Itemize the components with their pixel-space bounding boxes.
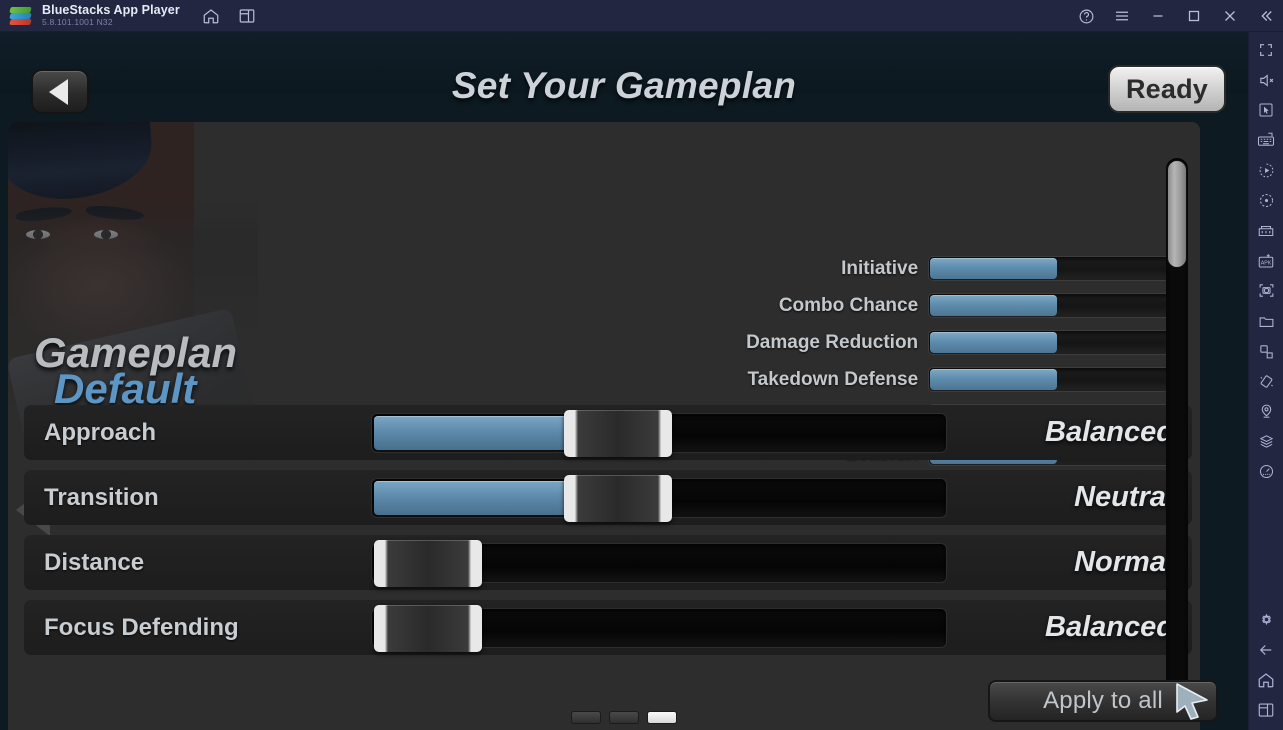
game-header [0,32,1248,94]
titlebar-left-icons [202,7,256,25]
menu-icon[interactable] [1113,7,1131,25]
stat-row: Combo Chance [708,287,1178,324]
layers-icon[interactable] [1253,431,1279,451]
gameplan-slider-row: Transition Neutral [24,470,1192,525]
page-indicator-pip[interactable] [571,711,601,724]
slider-row-label: Focus Defending [44,613,239,641]
bluestacks-titlebar: BlueStacks App Player 5.8.101.1001 N32 [0,0,1283,32]
stat-bar-track [928,367,1178,392]
gameplan-panel: Gameplan Default Preferred style Initiat… [8,122,1200,730]
slider-handle[interactable] [374,539,482,587]
stat-bar-track [928,293,1178,318]
stat-bar-fill [930,258,1058,279]
back-icon[interactable] [1253,640,1279,660]
slider-handle[interactable] [564,474,673,522]
titlebar-right-icons [1077,0,1275,32]
svg-text:APK: APK [1261,260,1272,266]
screen-rotate-icon[interactable] [1253,341,1279,361]
slider-value-label: Normal [1074,546,1174,578]
game-viewport: Set Your Gameplan Ready Gameplan Default… [0,32,1248,730]
stat-bar-fill [930,332,1058,353]
slider-value-label: Neutral [1074,481,1174,513]
app-title-block: BlueStacks App Player 5.8.101.1001 N32 [42,2,180,28]
home-icon[interactable] [1253,670,1279,690]
location-icon[interactable] [1253,401,1279,421]
slider-row-label: Transition [44,483,159,511]
gameplan-slider-rows: Approach Balanced Transition Neutral Distanc… [24,405,1192,665]
minimize-icon[interactable] [1149,7,1167,25]
slider-fill [374,480,577,515]
stat-row: Initiative [708,250,1178,287]
screen: BlueStacks App Player 5.8.101.1001 N32 S… [0,0,1283,730]
app-name: BlueStacks App Player [42,2,180,17]
stat-row: Takedown Defense [708,361,1178,398]
stat-bar-track [928,256,1178,281]
home-icon[interactable] [202,7,220,25]
page-indicator-pip[interactable] [609,711,639,724]
install-apk-icon[interactable]: APK [1253,251,1279,271]
slider-handle[interactable] [374,604,482,652]
stat-label: Initiative [841,257,919,279]
gameplan-slider-row: Approach Balanced [24,405,1192,460]
maximize-icon[interactable] [1185,7,1203,25]
gameplan-slider-row: Focus Defending Balanced [24,600,1192,655]
page-indicator-pip[interactable] [647,711,677,724]
bluestacks-sidebar: APK [1248,32,1283,730]
media-folder-icon[interactable] [1253,311,1279,331]
script-icon[interactable] [1253,191,1279,211]
stat-bar-track [928,330,1178,355]
app-version: 5.8.101.1001 N32 [42,17,113,28]
apply-to-all-label: Apply to all [1043,687,1163,714]
gameplan-slider-row: Distance Normal [24,535,1192,590]
stat-bar-fill [930,369,1058,390]
multi-instance-manager-icon[interactable] [1253,221,1279,241]
slider-handle[interactable] [564,409,673,457]
screenshot-icon[interactable] [1253,281,1279,301]
apply-to-all-button[interactable]: Apply to all [988,680,1218,722]
slider-fill [374,415,577,450]
multi-instance-icon[interactable] [238,7,256,25]
fighter-portrait [8,122,258,432]
slider-track[interactable] [371,539,947,587]
panel-scrollbar-thumb[interactable] [1167,160,1187,268]
mute-icon[interactable] [1253,70,1279,90]
bluestacks-logo-icon [8,4,34,28]
stat-bar-fill [930,295,1058,316]
stat-row: Damage Reduction [708,324,1178,361]
macro-recorder-icon[interactable] [1253,160,1279,180]
help-icon[interactable] [1077,7,1095,25]
slider-row-label: Distance [44,548,145,576]
slider-track[interactable] [371,474,947,522]
panel-scrollbar-track[interactable] [1166,158,1188,703]
ready-button-label: Ready [1125,73,1209,104]
ready-button[interactable]: Ready [1108,65,1226,113]
stat-label: Combo Chance [778,294,919,316]
close-icon[interactable] [1221,7,1239,25]
settings-icon[interactable] [1253,610,1279,630]
slider-value-label: Balanced [1045,416,1174,448]
fullscreen-icon[interactable] [1253,40,1279,60]
shake-icon[interactable] [1253,371,1279,391]
performance-icon[interactable] [1253,462,1279,482]
back-arrow-icon [49,78,68,105]
slider-value-label: Balanced [1045,611,1174,643]
slider-row-label: Approach [44,418,157,446]
collapse-sidebar-icon[interactable] [1257,7,1275,25]
stat-label: Takedown Defense [747,368,919,390]
slider-track[interactable] [371,604,947,652]
keyboard-controls-icon[interactable] [1253,130,1279,150]
pointer-icon[interactable] [1253,100,1279,120]
slider-track[interactable] [371,409,947,457]
stat-label: Damage Reduction [746,331,919,353]
back-button[interactable] [31,69,89,114]
recents-icon[interactable] [1253,700,1279,720]
